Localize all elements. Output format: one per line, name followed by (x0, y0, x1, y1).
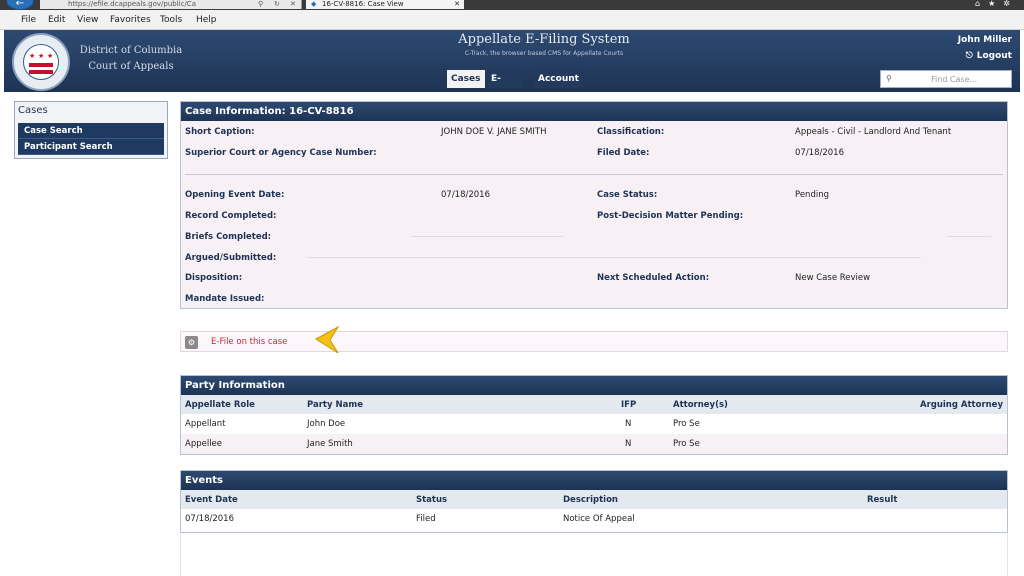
court-name-line1: District of Columbia (79, 45, 183, 56)
briefs-completed-label: Briefs Completed: (185, 232, 272, 242)
filed-date-label: Filed Date: (597, 148, 650, 158)
opening-event-date-label: Opening Event Date: (185, 190, 285, 200)
case-information-body: Short Caption: JOHN DOE V. JANE SMITH Cl… (181, 121, 1007, 308)
party-col-attorneys[interactable]: Attorney(s) (669, 395, 808, 414)
tab-cases[interactable]: Cases (447, 70, 485, 88)
events-col-date[interactable]: Event Date (181, 490, 412, 509)
disposition-label: Disposition: (185, 273, 243, 283)
menu-favorites[interactable]: Favorites (110, 15, 151, 25)
table-row[interactable]: Appellant John Doe N Pro Se (181, 414, 1007, 434)
tab-e-filing[interactable]: E-Filing (487, 70, 524, 102)
sidebar-item-case-search[interactable]: Case Search (18, 123, 164, 139)
search-icon: ⚲ (886, 74, 892, 83)
next-scheduled-action-value: New Case Review (795, 273, 871, 283)
post-decision-label: Post-Decision Matter Pending: (597, 211, 744, 221)
case-status-label: Case Status: (597, 190, 658, 200)
search-icon[interactable]: ⚲ (258, 0, 263, 8)
app-header: ★ ★ ★ District of Columbia Court of Appe… (4, 30, 1020, 102)
refresh-icon[interactable]: ↻ (274, 0, 280, 8)
court-seal-logo: ★ ★ ★ (12, 33, 70, 91)
sidebar-title: Cases (18, 105, 48, 116)
filed-date-value: 07/18/2016 (795, 148, 844, 158)
pointer-arrow-icon (315, 325, 340, 354)
sidebar-cases-panel: Cases Case Search Participant Search (14, 101, 168, 159)
record-completed-label: Record Completed: (185, 211, 277, 221)
browser-tab-bar: ← https://efile.dcappeals.gov/public/Ca … (0, 0, 1024, 10)
back-arrow-icon[interactable]: ← (6, 0, 34, 10)
logout-link[interactable]: ⎋ Logout (966, 51, 1012, 61)
party-col-ifp[interactable]: IFP (617, 395, 669, 414)
events-title: Events (181, 471, 1007, 490)
opening-event-date-value: 07/18/2016 (441, 190, 490, 200)
case-information-title: Case Information: 16-CV-8816 (181, 102, 1007, 121)
find-case-input[interactable]: ⚲ Find Case... (880, 70, 1012, 88)
e-file-bar: ⚙ E-File on this case (180, 331, 1008, 352)
table-row[interactable]: Appellee Jane Smith N Pro Se (181, 434, 1007, 454)
case-information-panel: Case Information: 16-CV-8816 Short Capti… (180, 101, 1008, 309)
e-file-on-this-case-link[interactable]: E-File on this case (211, 337, 287, 347)
events-table: Event Date Status Description Result 07/… (181, 490, 1007, 529)
court-name-line2: Court of Appeals (88, 61, 174, 72)
events-table-header: Event Date Status Description Result (181, 490, 1007, 509)
mandate-issued-label: Mandate Issued: (185, 294, 265, 304)
events-col-description[interactable]: Description (559, 490, 863, 509)
table-row[interactable]: 07/18/2016 Filed Notice Of Appeal (181, 509, 1007, 529)
menu-bar: File Edit View Favorites Tools Help (0, 10, 1024, 30)
close-icon[interactable]: ✕ (290, 0, 296, 8)
app-subtitle: C-Track, the browser based CMS for Appel… (464, 50, 624, 57)
section-divider (185, 174, 1003, 175)
events-panel: Events Event Date Status Description Res… (180, 470, 1008, 533)
party-col-arguing-attorney[interactable]: Arguing Attorney (807, 395, 1007, 414)
party-table: Appellate Role Party Name IFP Attorney(s… (181, 395, 1007, 454)
logout-icon: ⎋ (965, 51, 973, 61)
party-information-panel: Party Information Appellate Role Party N… (180, 375, 1008, 455)
browser-toolbar-icons[interactable]: ⌂★✲ (975, 0, 1018, 8)
menu-help[interactable]: Help (196, 15, 217, 25)
party-table-header: Appellate Role Party Name IFP Attorney(s… (181, 395, 1007, 414)
short-caption-value: JOHN DOE V. JANE SMITH (441, 127, 547, 137)
user-name: John Miller (957, 35, 1012, 45)
short-caption-label: Short Caption: (185, 127, 255, 137)
e-file-gear-icon[interactable]: ⚙ (185, 336, 198, 349)
menu-edit[interactable]: Edit (48, 15, 65, 25)
party-col-name[interactable]: Party Name (303, 395, 617, 414)
classification-value: Appeals - Civil - Landlord And Tenant (795, 127, 952, 137)
party-information-title: Party Information (181, 376, 1007, 395)
menu-tools[interactable]: Tools (160, 15, 182, 25)
menu-file[interactable]: File (21, 15, 36, 25)
events-col-result[interactable]: Result (863, 490, 1007, 509)
classification-label: Classification: (597, 127, 665, 137)
content-footer-area (180, 534, 1008, 576)
app-title: Appellate E-Filing System (458, 32, 630, 47)
lower-court-case-number-label: Superior Court or Agency Case Number: (185, 148, 377, 158)
argued-submitted-label: Argued/Submitted: (185, 253, 277, 263)
events-col-status[interactable]: Status (412, 490, 559, 509)
tab-account[interactable]: Account (534, 70, 583, 88)
case-status-value: Pending (795, 190, 829, 200)
tab-close-icon[interactable]: ✕ (454, 0, 460, 8)
menu-view[interactable]: View (77, 15, 98, 25)
sidebar-item-participant-search[interactable]: Participant Search (18, 139, 164, 155)
party-col-role[interactable]: Appellate Role (181, 395, 303, 414)
tab-favicon-icon: ◆ (311, 0, 317, 8)
address-bar[interactable]: https://efile.dcappeals.gov/public/Ca ⚲ … (40, 0, 302, 9)
next-scheduled-action-label: Next Scheduled Action: (597, 273, 710, 283)
sidebar-menu: Case Search Participant Search (18, 123, 164, 155)
browser-tab[interactable]: ◆ 16-CV-8816: Case View ✕ (306, 0, 464, 9)
